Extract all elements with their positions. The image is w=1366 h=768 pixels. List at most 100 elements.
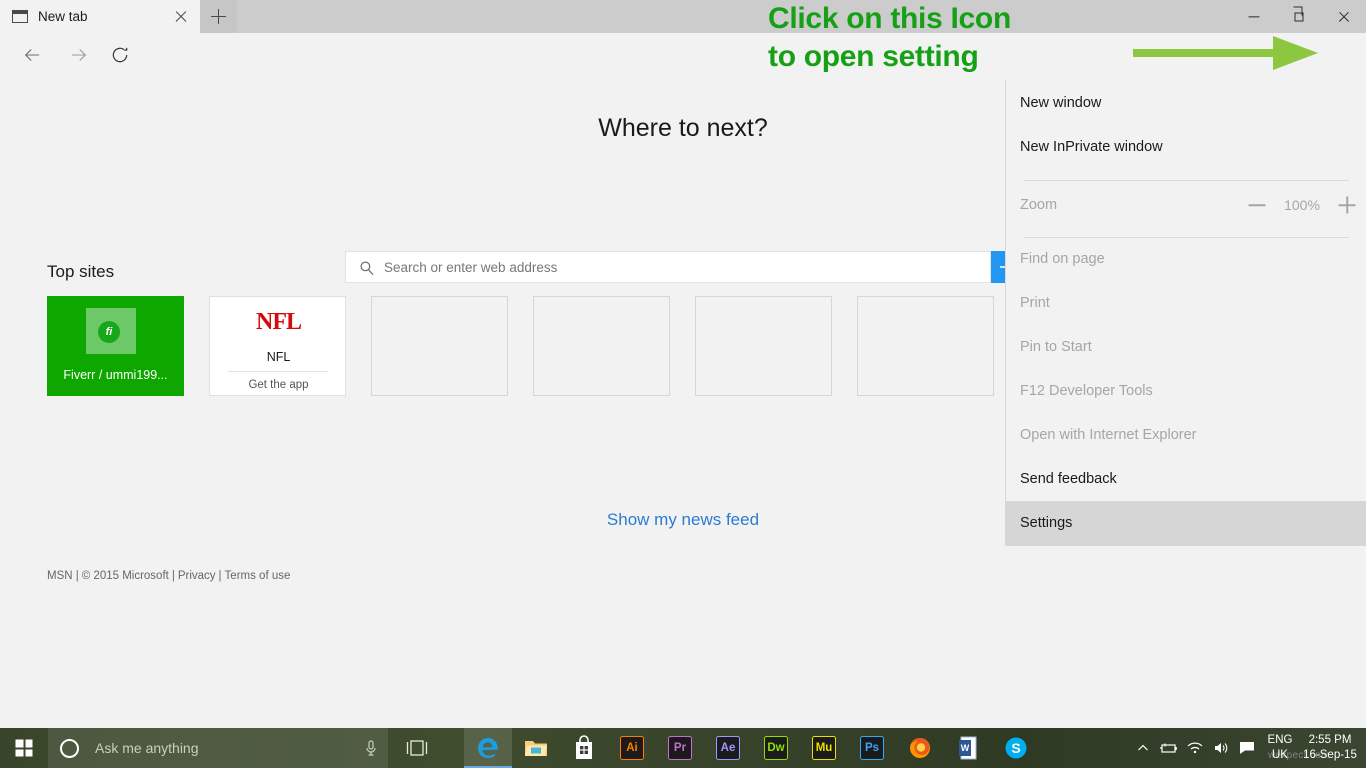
menu-item-f12-developer-tools[interactable]: F12 Developer Tools: [1006, 369, 1366, 413]
address-search-box[interactable]: [345, 251, 991, 283]
svg-text:S: S: [1011, 740, 1020, 756]
task-view-icon: [404, 739, 430, 757]
tile-divider: [228, 371, 328, 372]
word-icon: W: [956, 735, 980, 761]
taskbar-app-mozilla-firefox[interactable]: [896, 728, 944, 768]
footer-copyright: © 2015 Microsoft: [82, 570, 169, 582]
search-row: [345, 251, 1021, 283]
action-center-button[interactable]: [1234, 728, 1260, 768]
menu-item-open-with-internet-explorer[interactable]: Open with Internet Explorer: [1006, 413, 1366, 457]
tab-title: New tab: [38, 9, 170, 24]
network-status-button[interactable]: [1182, 728, 1208, 768]
store-bag-icon: [572, 735, 596, 761]
top-site-tile-empty[interactable]: [533, 296, 670, 396]
battery-status-button[interactable]: [1156, 728, 1182, 768]
zoom-in-button[interactable]: [1327, 183, 1366, 227]
footer: MSN | © 2015 Microsoft | Privacy | Terms…: [47, 570, 290, 582]
cortana-search-box[interactable]: Ask me anything: [48, 728, 388, 768]
menu-item-print[interactable]: Print: [1006, 281, 1366, 325]
microphone-icon[interactable]: [363, 739, 379, 757]
menu-item-settings[interactable]: Settings: [1006, 501, 1366, 545]
top-site-tile-empty[interactable]: [371, 296, 508, 396]
menu-item-new-window[interactable]: New window: [1006, 81, 1366, 125]
zoom-out-button[interactable]: [1237, 183, 1277, 227]
taskbar-app-file-explorer[interactable]: [512, 728, 560, 768]
taskbar-app-adobe-after-effects[interactable]: Ae: [704, 728, 752, 768]
taskbar-app-adobe-muse[interactable]: Mu: [800, 728, 848, 768]
start-button[interactable]: [0, 728, 48, 768]
battery-icon: [1159, 741, 1179, 755]
taskbar-app-store[interactable]: [560, 728, 608, 768]
after-effects-icon: Ae: [716, 736, 740, 760]
muse-icon: Mu: [812, 736, 836, 760]
cortana-placeholder: Ask me anything: [95, 740, 199, 756]
menu-item-label: Open with Internet Explorer: [1020, 427, 1197, 443]
navigation-bar: [0, 33, 1366, 76]
taskbar-app-microsoft-edge[interactable]: [464, 728, 512, 768]
back-button[interactable]: [8, 33, 56, 76]
footer-terms-link[interactable]: Terms of use: [225, 570, 291, 582]
tab-page-icon: [12, 10, 28, 23]
top-site-tile-nfl[interactable]: NFL NFL Get the app: [209, 296, 346, 396]
close-window-button[interactable]: [1321, 0, 1366, 33]
footer-privacy-link[interactable]: Privacy: [178, 570, 216, 582]
top-sites-heading: Top sites: [47, 262, 114, 282]
menu-item-zoom: Zoom 100%: [1006, 183, 1366, 227]
taskbar-app-adobe-dreamweaver[interactable]: Dw: [752, 728, 800, 768]
menu-item-find-on-page[interactable]: Find on page: [1006, 237, 1366, 281]
volume-button[interactable]: [1208, 728, 1234, 768]
skype-icon: S: [1003, 735, 1029, 761]
top-site-tile-empty[interactable]: [857, 296, 994, 396]
task-view-button[interactable]: [396, 728, 438, 768]
cortana-icon: [60, 739, 79, 758]
fiverr-icon: fi: [98, 321, 120, 343]
close-tab-icon[interactable]: [170, 6, 192, 28]
svg-text:W: W: [961, 743, 970, 753]
edge-browser-window: New tab: [0, 0, 1366, 728]
edge-more-menu: New window New InPrivate window Zoom 100…: [1005, 80, 1366, 546]
restore-button[interactable]: [1276, 0, 1321, 33]
footer-separator-1: |: [172, 570, 175, 582]
top-site-tile-empty[interactable]: [695, 296, 832, 396]
illustrator-icon: Ai: [620, 736, 644, 760]
get-the-app-link[interactable]: Get the app: [210, 379, 347, 391]
volume-icon: [1212, 741, 1230, 756]
menu-item-send-feedback[interactable]: Send feedback: [1006, 457, 1366, 501]
taskbar-app-microsoft-word[interactable]: W: [944, 728, 992, 768]
image-watermark: wexpect.com: [1268, 750, 1330, 761]
tab-new-tab[interactable]: New tab: [0, 0, 200, 33]
minimize-icon: [1248, 16, 1259, 17]
minimize-button[interactable]: [1231, 0, 1276, 33]
minus-icon: [1249, 204, 1266, 206]
footer-msn: MSN |: [47, 570, 79, 582]
taskbar-app-skype[interactable]: S: [992, 728, 1040, 768]
menu-item-label: Settings: [1020, 515, 1072, 531]
menu-item-new-inprivate-window[interactable]: New InPrivate window: [1006, 125, 1366, 169]
taskbar-app-adobe-illustrator[interactable]: Ai: [608, 728, 656, 768]
top-site-tile-label: NFL: [210, 350, 347, 364]
tab-strip: New tab: [0, 0, 1366, 33]
edge-icon: [475, 735, 501, 761]
refresh-icon: [110, 45, 130, 65]
photoshop-icon: Ps: [860, 736, 884, 760]
zoom-value: 100%: [1277, 197, 1327, 213]
language-line-1: ENG: [1262, 733, 1298, 748]
footer-separator-2: |: [219, 570, 222, 582]
menu-item-label: Print: [1020, 295, 1050, 311]
taskbar-app-adobe-premiere-pro[interactable]: Pr: [656, 728, 704, 768]
menu-item-label: New InPrivate window: [1020, 139, 1163, 155]
show-hidden-icons-button[interactable]: [1130, 728, 1156, 768]
back-arrow-icon: [23, 45, 42, 64]
top-site-tile-fiverr[interactable]: fi Fiverr / ummi199...: [47, 296, 184, 396]
new-tab-button[interactable]: [200, 0, 237, 33]
menu-item-pin-to-start[interactable]: Pin to Start: [1006, 325, 1366, 369]
refresh-button[interactable]: [96, 33, 144, 76]
chevron-up-icon: [1136, 741, 1150, 755]
forward-arrow-icon: [70, 45, 89, 64]
restore-icon-back: [1293, 7, 1302, 16]
search-input[interactable]: [384, 252, 984, 282]
menu-item-label: Find on page: [1020, 251, 1105, 267]
taskbar-app-adobe-photoshop[interactable]: Ps: [848, 728, 896, 768]
action-center-icon: [1239, 741, 1256, 756]
system-tray: ENG UK 2:55 PM 16-Sep-15: [1130, 728, 1366, 768]
